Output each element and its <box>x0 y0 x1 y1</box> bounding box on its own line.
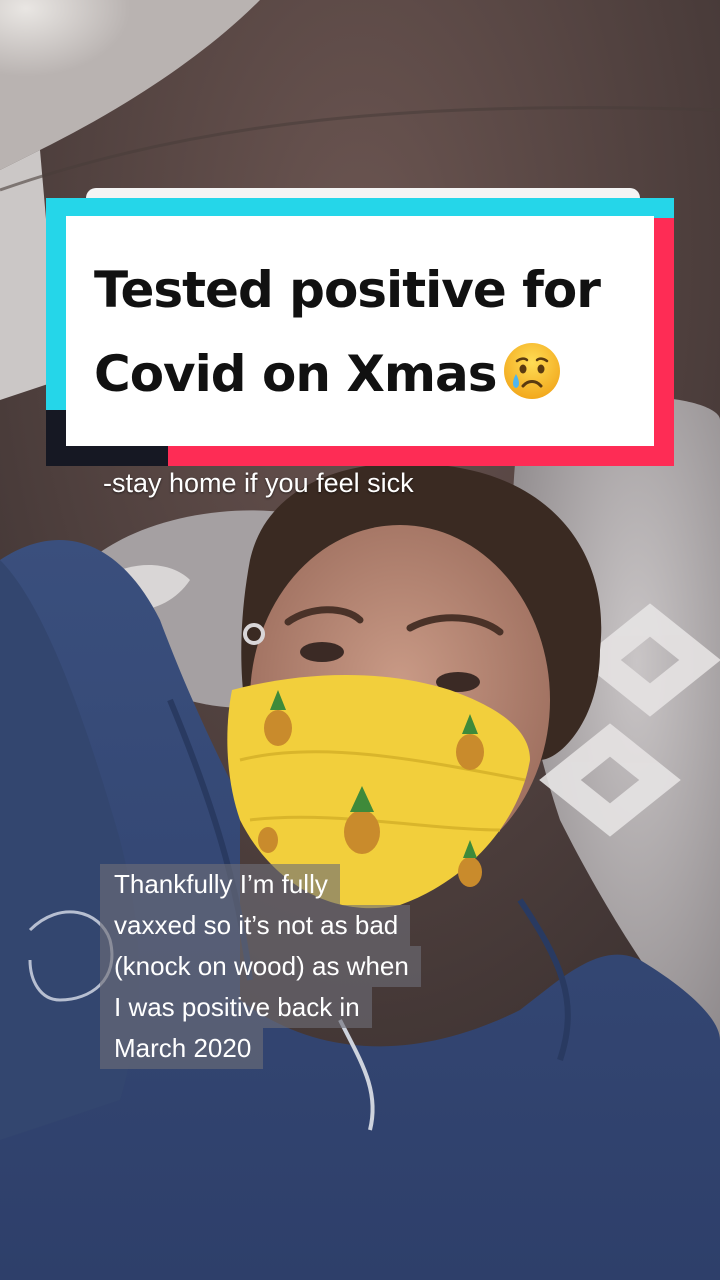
video-frame: Tested positive for Covid on Xmas -stay … <box>0 0 720 1280</box>
caption-line-4: I was positive back in <box>100 987 372 1028</box>
title-card: Tested positive for Covid on Xmas <box>46 188 674 466</box>
caption-line-5: March 2020 <box>100 1028 264 1069</box>
caption-line-1: Thankfully I’m fully <box>100 864 340 905</box>
caption-vaxxed: Thankfully I’m fully vaxxed so it’s not … <box>100 864 480 1069</box>
title-line-2: Covid on Xmas <box>94 345 497 403</box>
caption-line-2: vaxxed so it’s not as bad <box>100 905 411 946</box>
title-card-text: Tested positive for Covid on Xmas <box>94 248 654 416</box>
caption-stay-home: -stay home if you feel sick <box>103 468 414 498</box>
caption-line-3: (knock on wood) as when <box>100 946 421 987</box>
title-line-2-wrap: Covid on Xmas <box>94 332 654 416</box>
crying-face-icon <box>502 341 562 401</box>
title-line-1: Tested positive for <box>94 261 601 319</box>
